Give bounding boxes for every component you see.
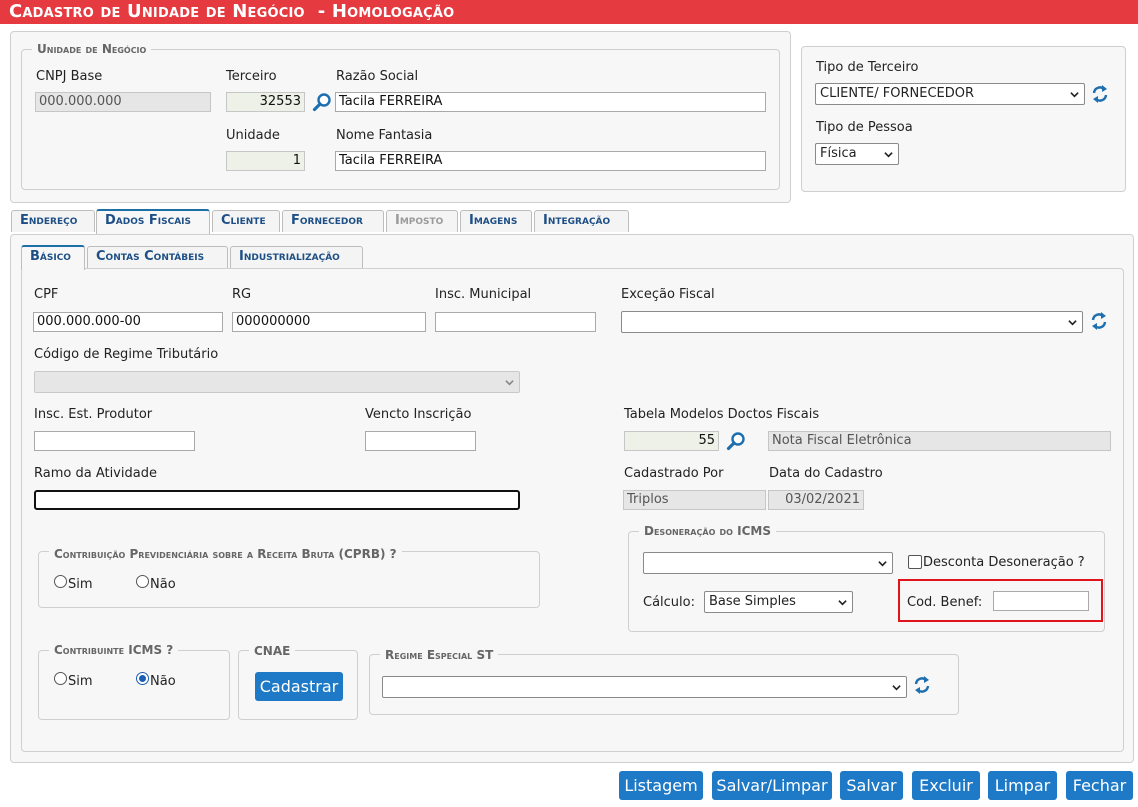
- subtab-industrializacao[interactable]: Industrialização: [230, 246, 363, 268]
- cpf-label: CPF: [34, 287, 59, 302]
- fantasia-field[interactable]: Tacila FERREIRA: [335, 151, 766, 171]
- salvar-button[interactable]: Salvar: [840, 771, 903, 800]
- cadastrado-por-field: Triplos: [623, 490, 766, 510]
- tab-integracao[interactable]: Integração: [534, 210, 629, 232]
- cprb-nao-radio[interactable]: [136, 575, 149, 588]
- fechar-button[interactable]: Fechar: [1066, 771, 1133, 800]
- tipo-pessoa-value: Física: [820, 146, 857, 161]
- calculo-label: Cálculo:: [643, 595, 695, 610]
- data-cadastro-field: 03/02/2021: [768, 490, 864, 510]
- limpar-button[interactable]: Limpar: [988, 771, 1057, 800]
- chevron-down-icon: [878, 559, 887, 567]
- listagem-button[interactable]: Listagem: [619, 771, 703, 800]
- icms-nao-radio[interactable]: [136, 672, 149, 685]
- icms-sim-label: Sim: [68, 674, 93, 689]
- regime-st-select[interactable]: [382, 676, 907, 698]
- chevron-down-icon: [892, 683, 901, 691]
- regime-tributario-select[interactable]: [34, 371, 520, 393]
- cod-benef-label: Cod. Benef:: [907, 595, 983, 610]
- rg-field[interactable]: 000000000: [232, 312, 426, 332]
- tabela-modelos-code[interactable]: 55: [624, 431, 719, 451]
- cpf-field[interactable]: 000.000.000-00: [33, 312, 223, 332]
- ramo-atividade-field[interactable]: [34, 490, 520, 510]
- tab-fornecedor[interactable]: Fornecedor: [282, 210, 384, 232]
- subtab-basico[interactable]: Básico: [21, 245, 85, 270]
- excecao-fiscal-select[interactable]: [621, 311, 1083, 333]
- tabela-modelos-desc: Nota Fiscal Eletrônica: [768, 431, 1111, 451]
- tabela-search-icon[interactable]: [726, 431, 746, 451]
- unidade-field[interactable]: 1: [226, 151, 305, 171]
- refresh-tipo-icon[interactable]: [1091, 84, 1109, 104]
- vencto-inscricao-label: Vencto Inscrição: [365, 407, 472, 422]
- data-cadastro-label: Data do Cadastro: [769, 466, 883, 481]
- icms-nao-label: Não: [150, 674, 176, 689]
- cprb-legend: Contribuição Previdenciária sobre a Rece…: [49, 547, 402, 561]
- cnpj-label: CNPJ Base: [36, 69, 103, 84]
- insc-municipal-label: Insc. Municipal: [435, 287, 532, 302]
- unidade-label: Unidade: [226, 128, 280, 143]
- excluir-button[interactable]: Excluir: [912, 771, 980, 800]
- tipo-terceiro-label: Tipo de Terceiro: [816, 60, 919, 75]
- salvar-limpar-button[interactable]: Salvar/Limpar: [712, 771, 832, 800]
- chevron-down-icon: [838, 598, 847, 606]
- tipo-terceiro-select[interactable]: CLIENTE/ FORNECEDOR: [815, 83, 1085, 105]
- refresh-regime-st-icon[interactable]: [913, 675, 931, 695]
- cnpj-field[interactable]: 000.000.000: [35, 92, 211, 112]
- tab-cliente[interactable]: Cliente: [212, 210, 280, 232]
- tab-dados-fiscais[interactable]: Dados Fiscais: [96, 209, 210, 235]
- desoneracao-legend: Desoneração do ICMS: [639, 524, 777, 538]
- terceiro-label: Terceiro: [226, 69, 277, 84]
- tipo-pessoa-label: Tipo de Pessoa: [816, 120, 913, 135]
- chevron-down-icon: [884, 150, 893, 158]
- desoneracao-select[interactable]: [643, 552, 893, 574]
- regime-tributario-label: Código de Regime Tributário: [34, 347, 219, 362]
- insc-est-produtor-label: Insc. Est. Produtor: [34, 407, 153, 422]
- razao-field[interactable]: Tacila FERREIRA: [335, 92, 766, 112]
- insc-municipal-field[interactable]: [435, 312, 596, 332]
- cprb-sim-radio[interactable]: [54, 575, 67, 588]
- cprb-nao-label: Não: [150, 577, 176, 592]
- page-title: Cadastro de Unidade de Negócio - Homolog…: [0, 0, 1138, 24]
- rg-label: RG: [232, 287, 252, 302]
- regime-st-legend: Regime Especial ST: [380, 648, 499, 662]
- fantasia-label: Nome Fantasia: [336, 128, 433, 143]
- ramo-atividade-label: Ramo da Atividade: [34, 466, 157, 481]
- cprb-sim-label: Sim: [68, 577, 93, 592]
- icms-legend: Contribuinte ICMS ?: [49, 643, 179, 657]
- unidade-legend: Unidade de Negócio: [32, 42, 152, 56]
- desconta-desoneracao-checkbox[interactable]: [908, 555, 922, 569]
- tipo-pessoa-select[interactable]: Física: [815, 143, 899, 165]
- calculo-value: Base Simples: [709, 594, 796, 609]
- calculo-select[interactable]: Base Simples: [704, 591, 853, 613]
- icms-fieldset: [38, 650, 230, 720]
- chevron-down-icon: [505, 378, 514, 386]
- tab-endereco[interactable]: Endereço: [11, 210, 95, 232]
- icms-sim-radio[interactable]: [54, 672, 67, 685]
- cod-benef-field[interactable]: [993, 591, 1089, 611]
- refresh-excecao-icon[interactable]: [1090, 311, 1108, 331]
- chevron-down-icon: [1068, 318, 1077, 326]
- vencto-inscricao-field[interactable]: [365, 431, 476, 451]
- cnae-legend: CNAE: [249, 644, 296, 658]
- tabela-modelos-label: Tabela Modelos Doctos Fiscais: [624, 407, 820, 422]
- desconta-desoneracao-label: Desconta Desoneração ?: [923, 555, 1085, 570]
- cadastrar-cnae-button[interactable]: Cadastrar: [255, 672, 343, 701]
- razao-label: Razão Social: [336, 69, 419, 84]
- chevron-down-icon: [1070, 90, 1079, 98]
- tab-imagens[interactable]: Imagens: [460, 210, 532, 232]
- subtab-contas-contabeis[interactable]: Contas Contábeis: [87, 246, 228, 268]
- insc-est-produtor-field[interactable]: [34, 431, 195, 451]
- terceiro-search-icon[interactable]: [312, 92, 332, 112]
- cadastrado-por-label: Cadastrado Por: [624, 466, 724, 481]
- tipo-terceiro-value: CLIENTE/ FORNECEDOR: [820, 86, 975, 101]
- tab-imposto[interactable]: Imposto: [386, 210, 458, 232]
- excecao-fiscal-label: Exceção Fiscal: [621, 287, 715, 302]
- terceiro-field[interactable]: 32553: [226, 92, 305, 112]
